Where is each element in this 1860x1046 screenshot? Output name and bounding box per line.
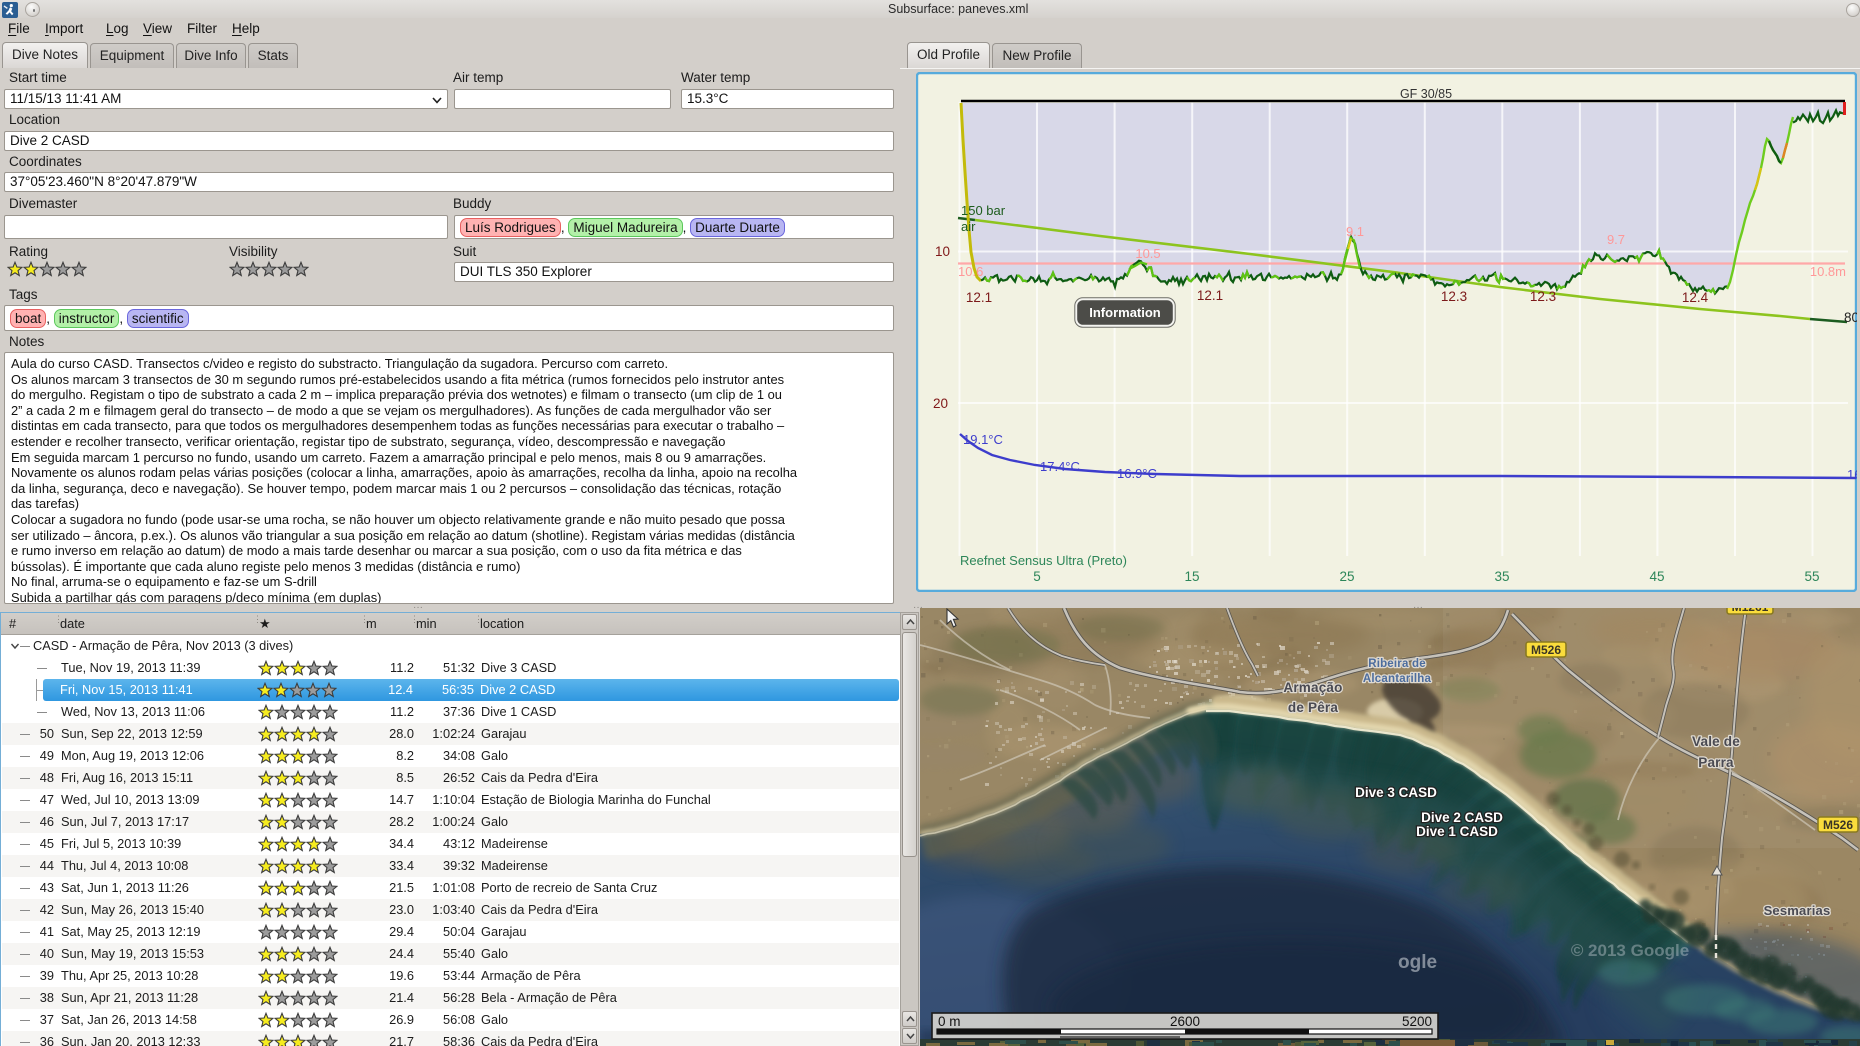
svg-text:35: 35 [1494, 569, 1509, 584]
svg-text:25: 25 [1339, 569, 1354, 584]
svg-text:ogle: ogle [1398, 952, 1437, 973]
svg-text:air: air [961, 219, 976, 234]
svg-text:12.1: 12.1 [966, 290, 992, 305]
svg-text:de Pêra: de Pêra [1288, 700, 1338, 715]
svg-text:Armação: Armação [1283, 680, 1342, 695]
svg-text:10.5: 10.5 [1135, 246, 1160, 261]
svg-text:10.8m: 10.8m [1810, 264, 1846, 279]
svg-text:10: 10 [935, 244, 950, 259]
svg-text:M526: M526 [1531, 643, 1561, 657]
svg-text:Ribeira de: Ribeira de [1368, 658, 1426, 670]
svg-text:2600: 2600 [1170, 1014, 1200, 1029]
svg-text:M1261: M1261 [1732, 608, 1769, 614]
svg-text:16.9°C: 16.9°C [1117, 466, 1157, 481]
svg-text:Reefnet Sensus Ultra (Preto): Reefnet Sensus Ultra (Preto) [960, 553, 1127, 568]
svg-text:M526: M526 [1823, 818, 1853, 832]
svg-text:15: 15 [1184, 569, 1199, 584]
svg-text:12.4: 12.4 [1682, 290, 1709, 305]
svg-text:Sesmarias: Sesmarias [1764, 903, 1831, 918]
svg-text:5200: 5200 [1402, 1014, 1432, 1029]
svg-text:5: 5 [1033, 569, 1041, 584]
svg-text:12.3: 12.3 [1530, 289, 1556, 304]
svg-text:17.4°C: 17.4°C [1040, 459, 1080, 474]
svg-text:Dive 3 CASD: Dive 3 CASD [1355, 785, 1437, 800]
svg-text:12.3: 12.3 [1441, 289, 1467, 304]
svg-text:45: 45 [1649, 569, 1664, 584]
svg-text:Dive 2 CASD: Dive 2 CASD [1421, 810, 1503, 825]
svg-text:Parra: Parra [1698, 755, 1734, 770]
svg-text:12.1: 12.1 [1197, 288, 1223, 303]
svg-text:150 bar: 150 bar [961, 203, 1006, 218]
svg-text:10.6: 10.6 [958, 264, 983, 279]
svg-text:Information: Information [1089, 305, 1161, 320]
svg-text:0 m: 0 m [938, 1014, 961, 1029]
svg-text:Vale de: Vale de [1692, 734, 1740, 749]
svg-text:Alcantarilha: Alcantarilha [1363, 673, 1432, 685]
svg-text:© 2013 Google: © 2013 Google [1571, 941, 1689, 960]
svg-text:80: 80 [1844, 310, 1857, 325]
svg-text:20: 20 [933, 396, 948, 411]
svg-text:GF 30/85: GF 30/85 [1400, 87, 1452, 101]
svg-text:55: 55 [1804, 569, 1819, 584]
svg-text:9.1: 9.1 [1346, 224, 1364, 239]
svg-text:16.4°C: 16.4°C [1847, 467, 1857, 482]
svg-text:9.7: 9.7 [1607, 232, 1625, 247]
svg-text:Dive 1 CASD: Dive 1 CASD [1416, 824, 1498, 839]
svg-text:19.1°C: 19.1°C [963, 432, 1003, 447]
